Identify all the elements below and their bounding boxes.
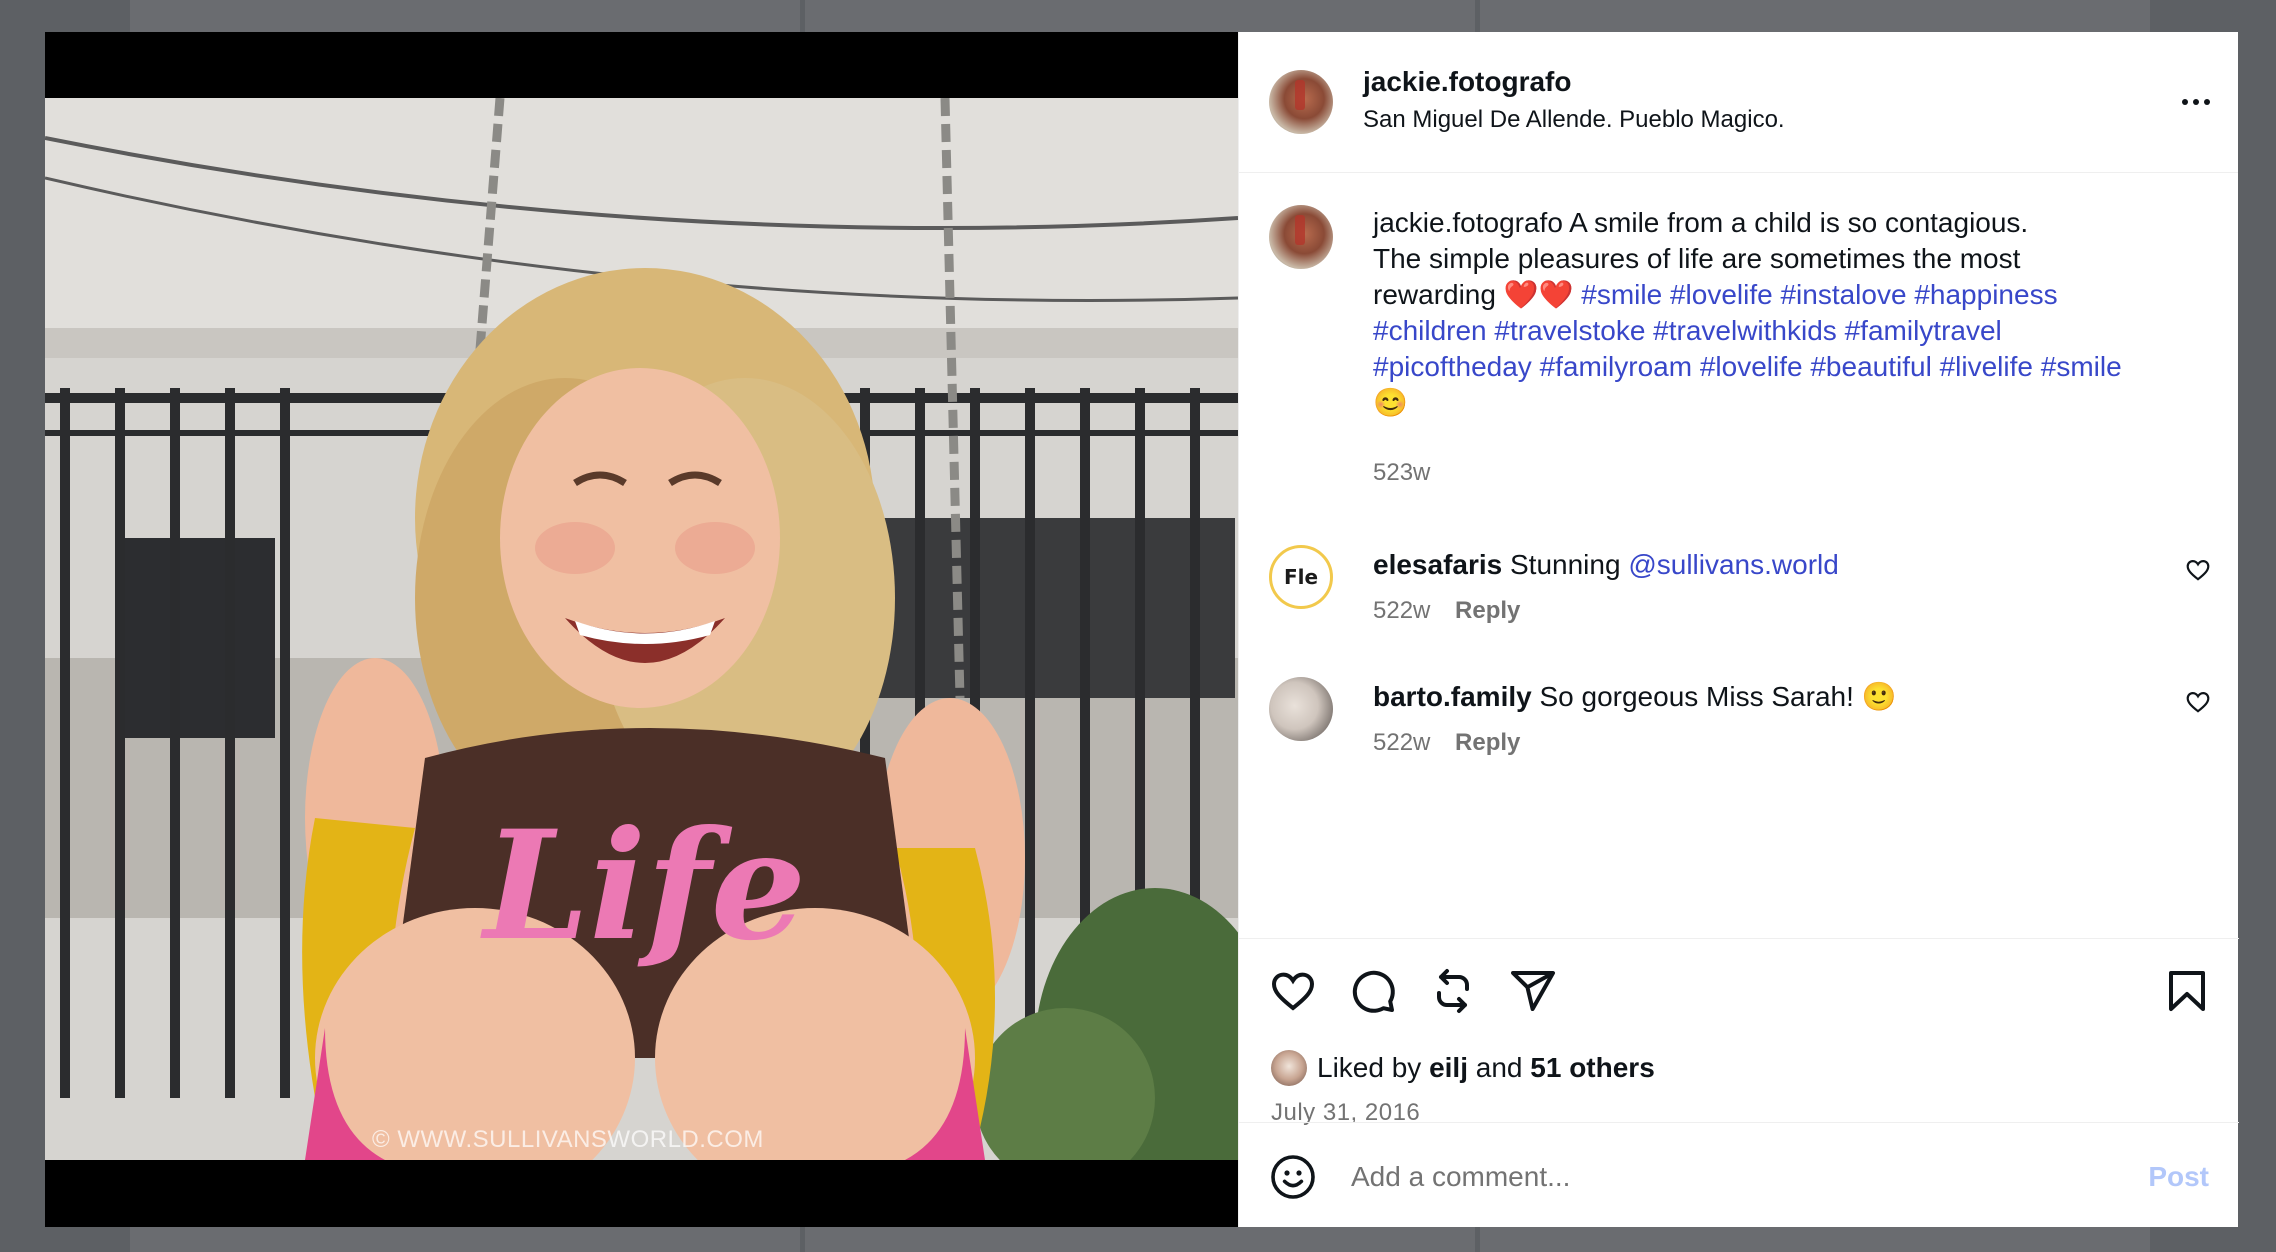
comment-timestamp[interactable]: 522w <box>1373 597 1430 624</box>
comment-text: Stunning <box>1510 549 1621 580</box>
post-modal: Life © WWW.SULLIVANSWORLD.COM jackie.fot… <box>45 32 2239 1228</box>
hashtag[interactable]: #familyroam <box>1540 351 1692 382</box>
commenter-avatar[interactable] <box>1269 677 1333 741</box>
post-comment-button[interactable]: Post <box>2148 1161 2209 1193</box>
hashtag[interactable]: #livelife <box>1940 351 2033 382</box>
comment-meta: 522w Reply <box>1373 597 1520 625</box>
caption-author-avatar[interactable] <box>1269 205 1333 269</box>
comment-like-icon[interactable] <box>2185 557 2211 583</box>
repost-icon[interactable] <box>1429 967 1477 1015</box>
post-location[interactable]: San Miguel De Allende. Pueblo Magico. <box>1363 106 1785 134</box>
caption-end-emoji: 😊 <box>1373 387 1408 418</box>
comments-section: jackie.fotografo A smile from a child is… <box>1239 173 2239 938</box>
hashtag[interactable]: #picoftheday <box>1373 351 1532 382</box>
reply-button[interactable]: Reply <box>1455 729 1520 756</box>
caption-text-2: The simple pleasures of life are sometim… <box>1373 243 2021 274</box>
add-comment-bar: Post <box>1239 1122 2239 1228</box>
hashtag[interactable]: #happiness <box>1914 279 2057 310</box>
hashtag[interactable]: #smile <box>1581 279 1662 310</box>
liker-avatar[interactable] <box>1271 1050 1307 1086</box>
shirt-text: Life <box>480 798 806 974</box>
hashtag[interactable]: #beautiful <box>1810 351 1931 382</box>
comment-body: elesafaris Stunning @sullivans.world <box>1373 547 1839 583</box>
likes-prefix: Liked by <box>1317 1052 1422 1083</box>
comment-text: So gorgeous Miss Sarah! <box>1539 681 1854 712</box>
post-header: jackie.fotografo San Miguel De Allende. … <box>1239 32 2238 173</box>
likes-others-link[interactable]: 51 others <box>1530 1052 1655 1084</box>
hashtag[interactable]: #lovelife <box>1670 279 1773 310</box>
reply-button[interactable]: Reply <box>1455 597 1520 624</box>
comment-item: Fle elesafaris Stunning @sullivans.world… <box>1239 545 2239 655</box>
post-photo: Life © WWW.SULLIVANSWORLD.COM <box>45 98 1238 1160</box>
post-side-panel: jackie.fotografo San Miguel De Allende. … <box>1238 32 2239 1228</box>
comment-mention[interactable]: @sullivans.world <box>1628 549 1839 580</box>
hashtag[interactable]: #travelwithkids <box>1653 315 1837 346</box>
hashtag[interactable]: #instalove <box>1780 279 1906 310</box>
comment-item: barto.family So gorgeous Miss Sarah! 🙂 5… <box>1239 677 2239 787</box>
post-actions: Liked by eilj and 51 others July 31, 201… <box>1239 938 2239 1228</box>
comment-icon[interactable] <box>1349 967 1397 1015</box>
hashtag[interactable]: #lovelife <box>1700 351 1803 382</box>
caption-text-3: rewarding <box>1373 279 1496 310</box>
comment-body: barto.family So gorgeous Miss Sarah! 🙂 <box>1373 679 1897 715</box>
bookmark-icon[interactable] <box>2163 967 2211 1015</box>
hashtag[interactable]: #familytravel <box>1845 315 2002 346</box>
share-icon[interactable] <box>1509 967 1557 1015</box>
likes-summary: Liked by eilj and 51 others <box>1271 1050 1655 1086</box>
liker-username[interactable]: eilj <box>1429 1052 1468 1084</box>
heart-icon[interactable] <box>1269 967 1317 1015</box>
emoji-icon[interactable] <box>1269 1153 1317 1201</box>
commenter-avatar[interactable]: Fle <box>1269 545 1333 609</box>
likes-joiner: and <box>1475 1052 1523 1083</box>
photo-illustration: Life <box>45 98 1238 1160</box>
comment-meta: 522w Reply <box>1373 729 1520 757</box>
comment-timestamp[interactable]: 522w <box>1373 729 1430 756</box>
caption-text-1: A smile from a child is so contagious. <box>1569 207 2029 238</box>
post-media: Life © WWW.SULLIVANSWORLD.COM <box>45 32 1238 1227</box>
caption-hearts: ❤️❤️ <box>1503 279 1574 310</box>
post-caption: jackie.fotografo A smile from a child is… <box>1373 205 2193 421</box>
hashtag[interactable]: #smile <box>2041 351 2122 382</box>
more-options-icon[interactable] <box>2176 84 2216 120</box>
author-username[interactable]: jackie.fotografo <box>1363 66 1571 98</box>
hashtag[interactable]: #travelstoke <box>1494 315 1645 346</box>
author-avatar[interactable] <box>1269 70 1333 134</box>
comment-username[interactable]: elesafaris <box>1373 549 1502 580</box>
hashtag[interactable]: #children <box>1373 315 1487 346</box>
comment-username[interactable]: barto.family <box>1373 681 1532 712</box>
comment-emoji: 🙂 <box>1861 681 1897 712</box>
comment-input[interactable] <box>1349 1151 2053 1203</box>
caption-username[interactable]: jackie.fotografo <box>1373 207 1563 238</box>
comment-like-icon[interactable] <box>2185 689 2211 715</box>
photo-watermark: © WWW.SULLIVANSWORLD.COM <box>372 1126 764 1153</box>
caption-timestamp[interactable]: 523w <box>1373 459 1430 487</box>
